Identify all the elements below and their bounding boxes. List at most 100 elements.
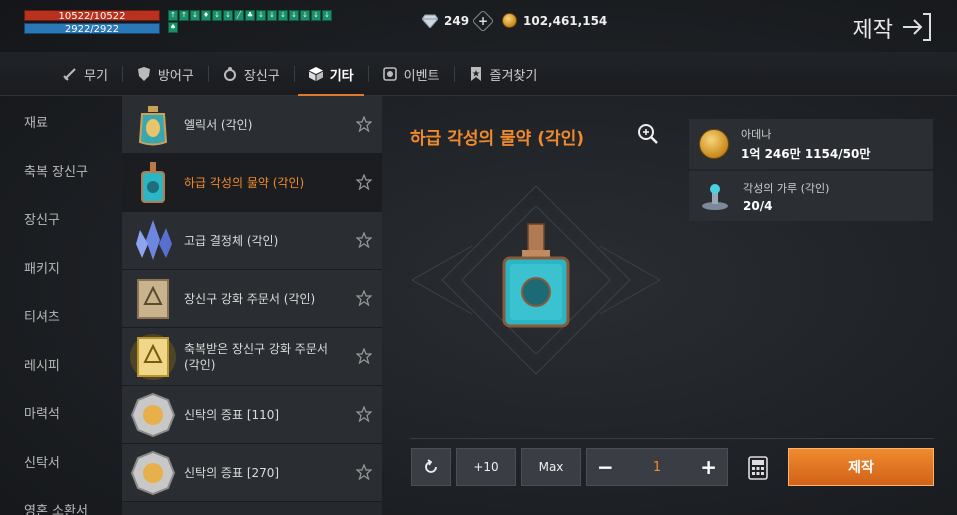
- subcategory-item[interactable]: 티셔츠: [0, 290, 122, 339]
- item-name: 하급 각성의 물약 (각인): [184, 175, 305, 190]
- tab-misc[interactable]: 기타: [293, 52, 368, 96]
- buff-icon[interactable]: ↓: [311, 10, 321, 21]
- blessed-scroll-icon: [130, 333, 176, 380]
- buff-icon[interactable]: ↓: [256, 10, 266, 21]
- shield-icon: [137, 67, 150, 81]
- buff-icon[interactable]: ↓: [267, 10, 277, 21]
- tab-label: 무기: [84, 68, 108, 84]
- diamond-currency: 249 +: [422, 9, 495, 33]
- token-icon: [130, 450, 176, 495]
- event-icon: [382, 67, 397, 81]
- reset-icon: [425, 459, 437, 473]
- add-diamond-button[interactable]: +: [471, 9, 495, 33]
- buff-icon[interactable]: ↓: [212, 10, 222, 21]
- powder-icon: [702, 184, 728, 210]
- list-item[interactable]: 축복받은 장신구 강화 주문서 (각인): [122, 328, 382, 386]
- favorite-star-icon[interactable]: [356, 406, 372, 422]
- hp-bar: 10522/10522: [24, 10, 160, 22]
- diamond-icon: [422, 14, 438, 28]
- favorite-star-icon[interactable]: [356, 116, 372, 132]
- adena-currency: 102,461,154: [502, 13, 607, 28]
- buff-icon[interactable]: ↓: [300, 10, 310, 21]
- favorite-star-icon[interactable]: [356, 464, 372, 480]
- tab-label: 이벤트: [403, 68, 440, 84]
- divider: [410, 438, 934, 439]
- material-name: 아데나: [741, 128, 772, 141]
- favorite-star-icon[interactable]: [356, 290, 372, 306]
- item-name: 고급 결정체 (각인): [184, 233, 279, 248]
- list-item[interactable]: 신탁의 증표 [270]: [122, 444, 382, 502]
- plus10-button[interactable]: +10: [456, 448, 516, 486]
- list-item[interactable]: 장신구 강화 주문서 (각인): [122, 270, 382, 328]
- top-hud: 10522/10522 2922/2922 ↑ ↑ ↓ ♦ ↓ ↓ ╱ ♣ ↓ …: [0, 0, 957, 52]
- ring-icon: [223, 67, 236, 81]
- quantity-value[interactable]: 1: [653, 460, 661, 475]
- item-name: 신탁의 증표 [270]: [184, 465, 280, 480]
- exit-icon[interactable]: [901, 12, 933, 42]
- buff-icon[interactable]: ♣: [245, 10, 255, 21]
- buff-icon[interactable]: ↓: [190, 10, 200, 21]
- subcategory-item[interactable]: 레시피: [0, 339, 122, 388]
- tab-weapon[interactable]: 무기: [48, 52, 122, 96]
- decrease-button[interactable]: −: [597, 455, 614, 479]
- quantity-stepper: − 1 +: [586, 448, 728, 486]
- token-icon: [130, 392, 176, 437]
- subcategory-item[interactable]: 재료: [0, 96, 122, 145]
- buff-icon[interactable]: ╱: [234, 10, 244, 21]
- buff-icon[interactable]: ↓: [322, 10, 332, 21]
- material-name: 각성의 가루 (각인): [743, 181, 830, 195]
- increase-button[interactable]: +: [700, 455, 717, 479]
- list-item[interactable]: 신탁의 증표 [110]: [122, 386, 382, 444]
- tab-accessory[interactable]: 장신구: [207, 52, 294, 96]
- zoom-in-icon[interactable]: [636, 122, 660, 146]
- adena-amount: 102,461,154: [523, 13, 608, 28]
- buff-list: ↑ ↑ ↓ ♦ ↓ ↓ ╱ ♣ ↓ ↓ ↓ ↓ ↓ ↓ ↓ ♠: [168, 10, 338, 33]
- material-quantity: 1억 246만 1154/50만: [741, 147, 871, 161]
- subcategory-item[interactable]: 장신구: [0, 193, 122, 242]
- tab-label: 기타: [329, 68, 354, 84]
- favorite-star-icon[interactable]: [356, 232, 372, 248]
- buff-icon[interactable]: ↓: [223, 10, 233, 21]
- tab-favorites[interactable]: 즐겨찾기: [453, 52, 552, 96]
- reset-button[interactable]: [411, 448, 451, 486]
- favorite-star-icon[interactable]: [356, 174, 372, 190]
- material-list: 아데나 1억 246만 1154/50만 각성의 가루 (각인) 20/4: [689, 119, 933, 223]
- item-preview: [412, 186, 661, 375]
- max-button[interactable]: Max: [521, 448, 581, 486]
- favorite-star-icon[interactable]: [356, 348, 372, 364]
- calculator-icon[interactable]: [748, 456, 768, 480]
- material-row[interactable]: 각성의 가루 (각인) 20/4: [689, 171, 933, 221]
- subcategory-item[interactable]: 신탁서: [0, 436, 122, 485]
- buff-icon[interactable]: ↑: [168, 10, 178, 21]
- item-name: 엘릭서 (각인): [184, 117, 253, 132]
- subcategory-item[interactable]: 패키지: [0, 242, 122, 291]
- tab-event[interactable]: 이벤트: [367, 52, 454, 96]
- craft-button[interactable]: 제작: [788, 448, 934, 486]
- buff-icon[interactable]: ↓: [289, 10, 299, 21]
- material-quantity: 20/4: [743, 198, 773, 213]
- crystal-icon: [136, 219, 172, 260]
- bookmark-icon: [470, 67, 481, 81]
- scroll-icon: [137, 278, 169, 319]
- tab-label: 즐겨찾기: [489, 68, 538, 84]
- sword-icon: [63, 68, 76, 81]
- tab-armor[interactable]: 방어구: [121, 52, 208, 96]
- subcategory-item[interactable]: 축복 장신구: [0, 145, 122, 194]
- list-item[interactable]: 엘릭서 (각인): [122, 96, 382, 154]
- diamond-amount: 249: [444, 14, 470, 28]
- list-item[interactable]: 고급 결정체 (각인): [122, 212, 382, 270]
- buff-icon[interactable]: ↓: [278, 10, 288, 21]
- subcategory-nav: 재료 축복 장신구 장신구 패키지 티셔츠 레시피 마력석 신탁서 영혼 소환서: [0, 96, 122, 515]
- buff-icon[interactable]: ♠: [168, 22, 178, 33]
- subcategory-item[interactable]: 영혼 소환서: [0, 484, 122, 515]
- item-name: 장신구 강화 주문서 (각인): [184, 291, 316, 306]
- recipe-list: 엘릭서 (각인) 하급 각성의 물약 (각인) 고급 결정체 (각인) 장신구 …: [122, 96, 382, 515]
- material-row[interactable]: 아데나 1억 246만 1154/50만: [689, 119, 933, 169]
- recipe-detail: 하급 각성의 물약 (각인) 아데나 1억 246만 1154/50만 각성의 …: [382, 96, 957, 515]
- buff-icon[interactable]: ♦: [201, 10, 211, 21]
- list-item[interactable]: 하급 각성의 물약 (각인): [122, 154, 382, 212]
- recipe-title: 하급 각성의 물약 (각인): [410, 129, 585, 149]
- buff-icon[interactable]: ↑: [179, 10, 189, 21]
- subcategory-item[interactable]: 마력석: [0, 387, 122, 436]
- adena-coin-icon: [502, 13, 517, 28]
